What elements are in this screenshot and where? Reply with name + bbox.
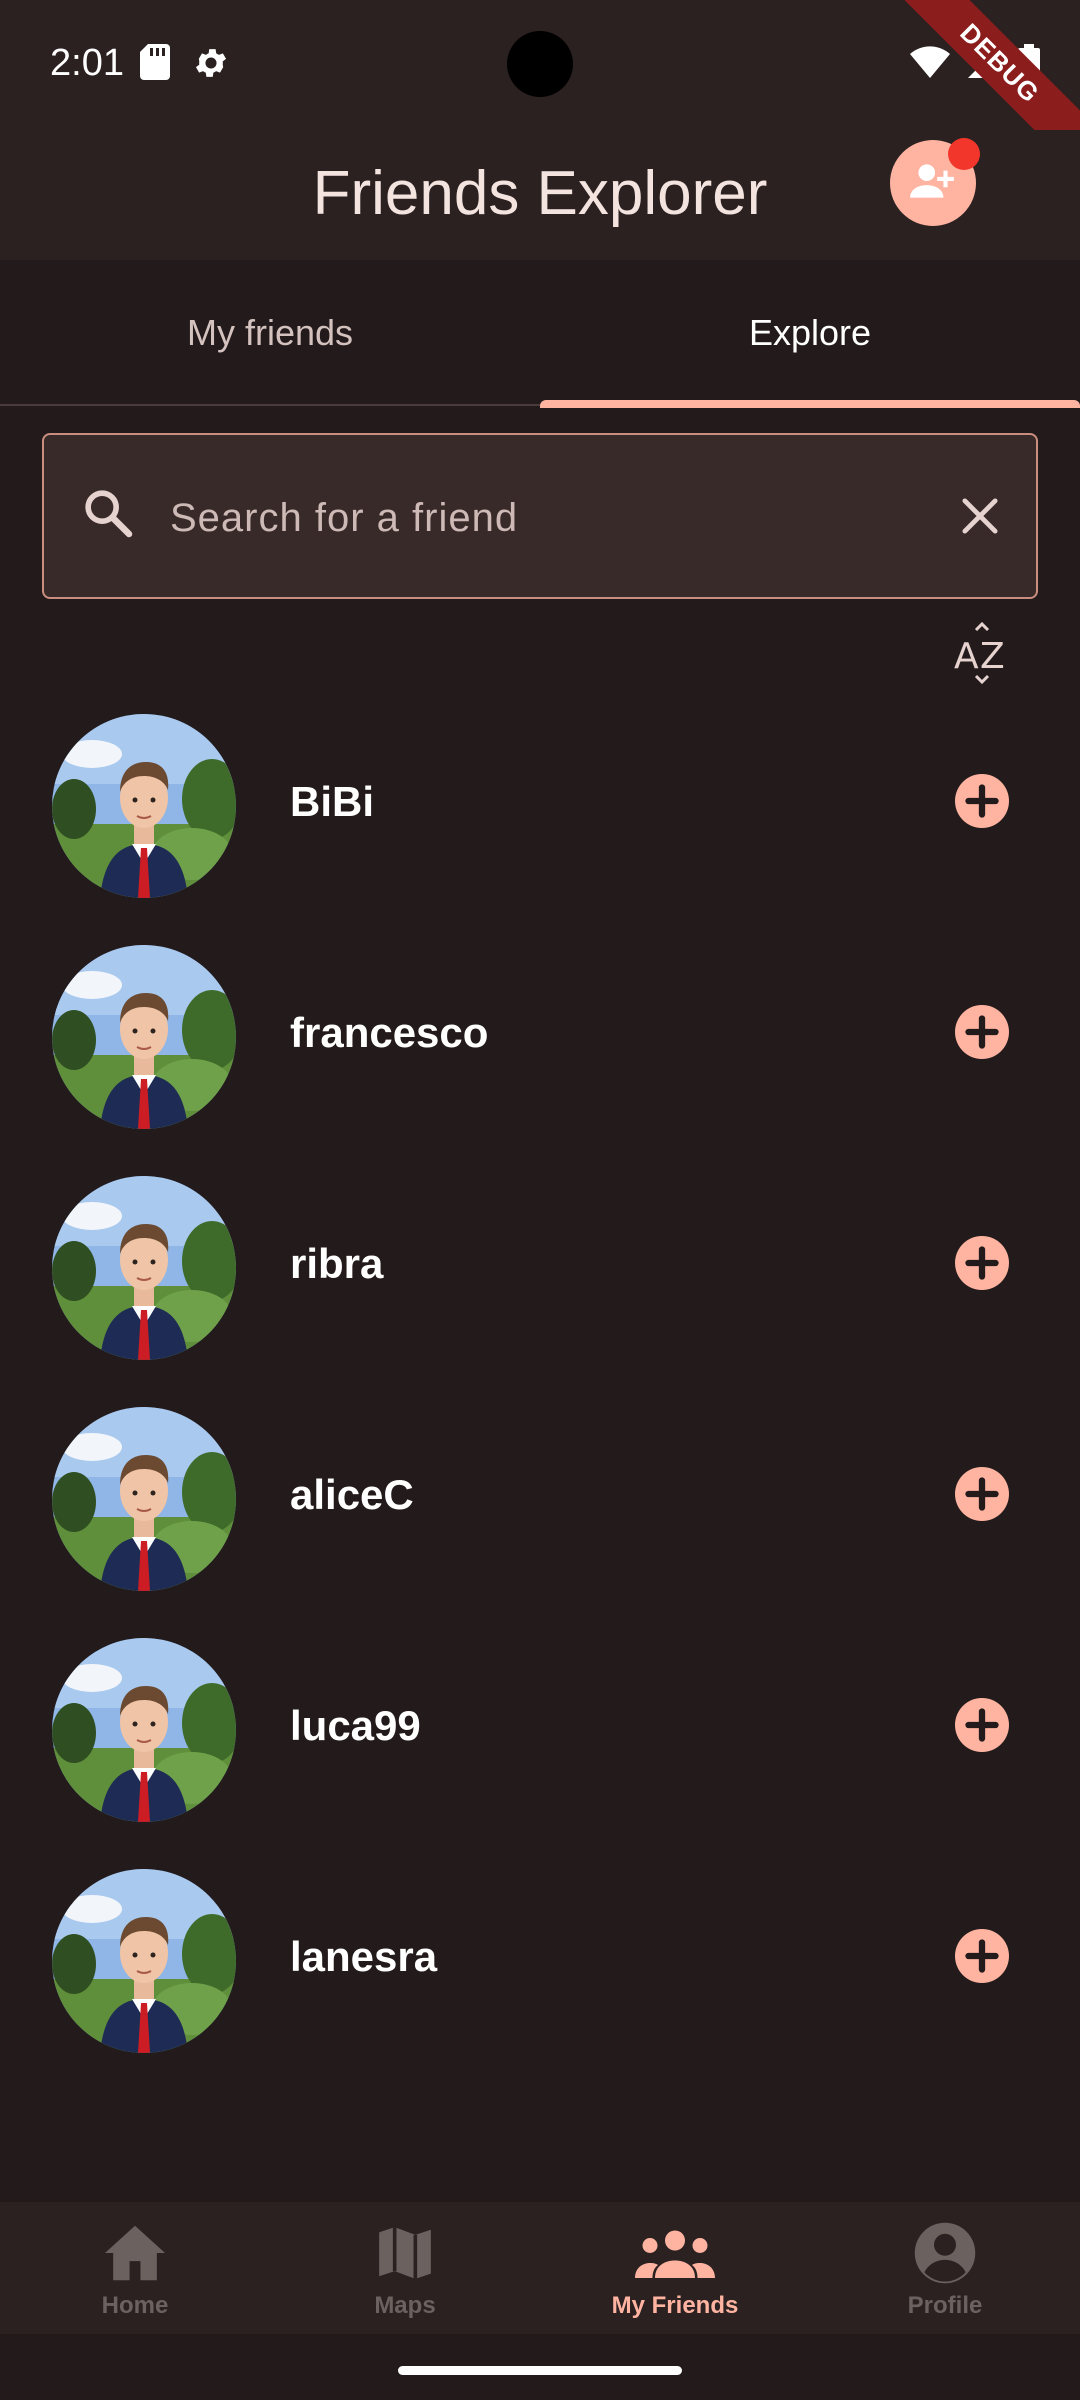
app-bar: Friends Explorer <box>0 130 1080 260</box>
friend-list-item[interactable]: BiBi <box>0 700 1080 931</box>
avatar <box>52 1869 236 2053</box>
friend-list-item[interactable]: francesco <box>0 931 1080 1162</box>
map-icon <box>374 2220 436 2286</box>
avatar <box>52 1176 236 1360</box>
status-bar: 2:01 DEBUG <box>0 0 1080 186</box>
group-icon <box>635 2220 715 2286</box>
gesture-area <box>0 2334 1080 2400</box>
nav-profile[interactable]: Profile <box>810 2202 1080 2334</box>
nav-home[interactable]: Home <box>0 2202 270 2334</box>
friend-name: francesco <box>290 1009 489 1056</box>
add-circle-icon[interactable] <box>955 1698 1009 1752</box>
friend-name: ribra <box>290 1240 384 1287</box>
camera-cutout <box>507 31 573 97</box>
search-icon <box>80 485 136 546</box>
friend-list-item[interactable]: aliceC <box>0 1393 1080 1624</box>
nav-my-friends[interactable]: My Friends <box>540 2202 810 2334</box>
nav-maps[interactable]: Maps <box>270 2202 540 2334</box>
nav-home-label: Home <box>101 2292 169 2319</box>
sort-alphabetical-icon[interactable]: A Z <box>950 621 1014 686</box>
bottom-navigation: Home Maps My Friends Profile <box>0 2202 1080 2334</box>
avatar <box>52 1638 236 1822</box>
status-time: 2:01 <box>50 42 124 84</box>
add-circle-icon[interactable] <box>955 774 1009 828</box>
tab-indicator <box>540 400 1080 408</box>
add-circle-icon[interactable] <box>955 1005 1009 1059</box>
add-circle-icon[interactable] <box>955 1467 1009 1521</box>
avatar <box>52 714 236 898</box>
add-circle-icon[interactable] <box>955 1929 1009 1983</box>
nav-maps-label: Maps <box>374 2292 436 2319</box>
svg-text:A: A <box>954 636 979 677</box>
friend-name: BiBi <box>290 778 374 825</box>
avatar <box>52 1407 236 1591</box>
tab-my-friends[interactable]: My friends <box>0 260 540 406</box>
svg-text:Z: Z <box>980 636 1005 677</box>
tab-bar: My friends Explore <box>0 260 1080 408</box>
friend-name: luca99 <box>290 1702 421 1749</box>
add-circle-icon[interactable] <box>955 1236 1009 1290</box>
status-icons-left <box>140 44 230 87</box>
gesture-handle[interactable] <box>398 2366 682 2375</box>
notification-badge <box>948 138 980 170</box>
sd-card-icon <box>140 44 170 87</box>
friend-list-item[interactable]: ribra <box>0 1162 1080 1393</box>
settings-gear-icon <box>192 44 230 87</box>
tab-explore[interactable]: Explore <box>540 260 1080 406</box>
friend-name: lanesra <box>290 1933 438 1980</box>
account-circle-icon <box>912 2220 978 2286</box>
friend-list-item[interactable]: luca99 <box>0 1624 1080 1855</box>
nav-profile-label: Profile <box>907 2292 983 2319</box>
friend-list-item[interactable]: lanesra <box>0 1855 1080 2086</box>
home-icon <box>102 2220 168 2286</box>
search-input[interactable] <box>170 475 930 561</box>
nav-my-friends-label: My Friends <box>611 2292 739 2319</box>
close-icon[interactable] <box>954 490 1006 547</box>
search-bar <box>42 433 1038 599</box>
wifi-icon <box>910 46 950 83</box>
friend-name: aliceC <box>290 1471 414 1518</box>
avatar <box>52 945 236 1129</box>
